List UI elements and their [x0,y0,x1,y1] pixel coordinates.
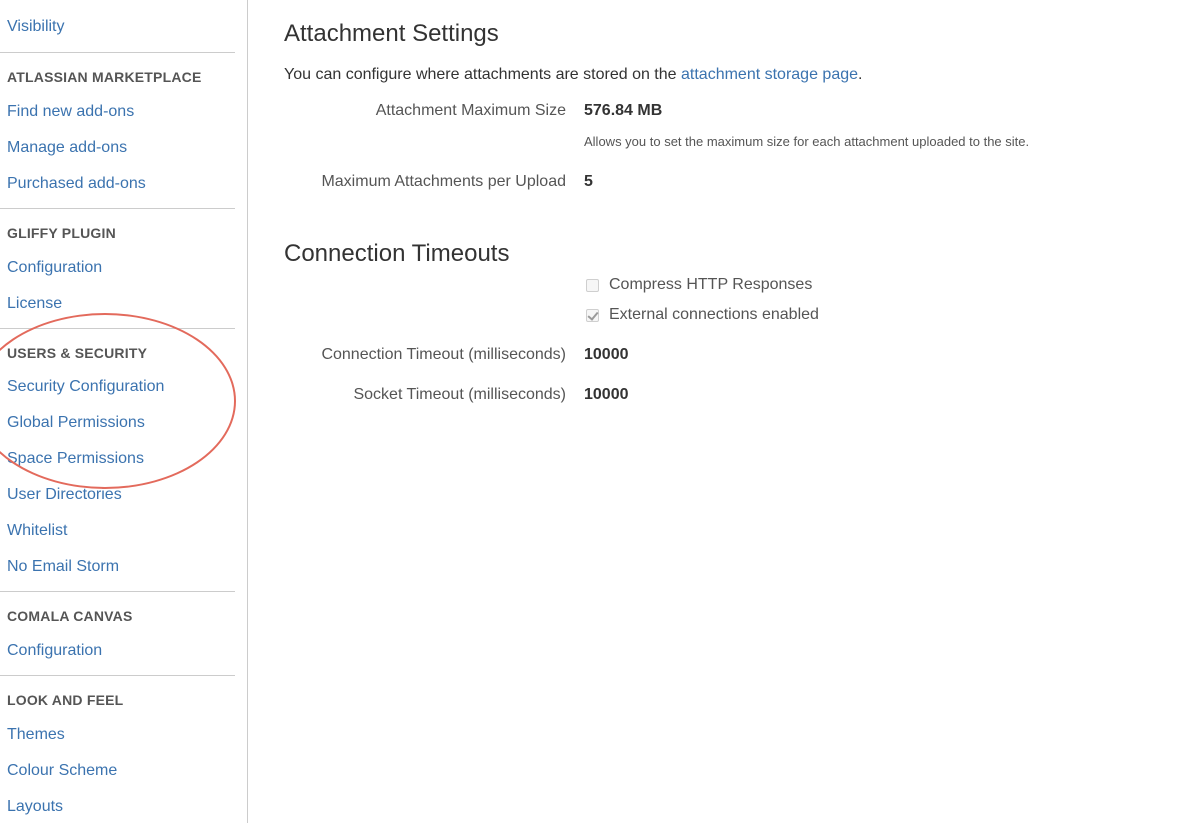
attachment-intro-end: . [858,66,863,83]
sidebar-item-no-email-storm[interactable]: No Email Storm [7,558,119,576]
admin-sidebar: Visibility ATLASSIAN MARKETPLACE Find ne… [0,0,248,823]
connection-timeout-label: Connection Timeout (milliseconds) [321,346,566,363]
sidebar-item-manage-add-ons[interactable]: Manage add-ons [7,139,127,157]
sidebar-item-colour-scheme[interactable]: Colour Scheme [7,762,117,780]
connection-timeout-value: 10000 [584,346,629,363]
sidebar-item-purchased-add-ons[interactable]: Purchased add-ons [7,175,146,193]
sidebar-item-global-permissions[interactable]: Global Permissions [7,414,145,432]
main-content: Attachment Settings You can configure wh… [284,0,1184,823]
connection-timeouts-heading: Connection Timeouts [284,240,510,267]
sidebar-section-title: ATLASSIAN MARKETPLACE [7,69,202,85]
max-attachments-per-upload-label: Maximum Attachments per Upload [321,173,566,190]
attachment-intro-text: You can configure where attachments are … [284,66,681,83]
compress-http-row: Compress HTTP Responses [586,275,812,295]
sidebar-section-look-and-feel: LOOK AND FEEL Themes Colour Scheme Layou… [0,675,235,823]
attachment-max-size-description: Allows you to set the maximum size for e… [584,134,1030,149]
sidebar-item-user-directories[interactable]: User Directories [7,486,122,504]
sidebar-item-space-permissions[interactable]: Space Permissions [7,450,144,468]
sidebar-item-comala-configuration[interactable]: Configuration [7,642,102,660]
sidebar-item-themes[interactable]: Themes [7,726,65,744]
sidebar-item-find-new-add-ons[interactable]: Find new add-ons [7,103,134,121]
sidebar-section-title: USERS & SECURITY [7,345,148,361]
compress-http-label: Compress HTTP Responses [609,276,813,293]
external-connections-row: External connections enabled [586,305,819,325]
sidebar-item-visibility[interactable]: Visibility [7,18,65,36]
sidebar-item-gliffy-configuration[interactable]: Configuration [7,259,102,277]
sidebar-item-whitelist[interactable]: Whitelist [7,522,67,540]
compress-http-checkbox[interactable] [586,278,599,292]
sidebar-section-users-security: USERS & SECURITY Security Configuration … [0,328,235,591]
attachment-intro: You can configure where attachments are … [284,66,862,84]
sidebar-item-security-configuration[interactable]: Security Configuration [7,378,164,396]
sidebar-item-layouts[interactable]: Layouts [7,798,63,816]
sidebar-section-title: LOOK AND FEEL [7,692,124,708]
sidebar-section-gliffy-plugin: GLIFFY PLUGIN Configuration License [0,208,235,328]
socket-timeout-value: 10000 [584,386,629,403]
max-attachments-per-upload-value: 5 [584,173,593,190]
attachment-max-size-value: 576.84 MB [584,102,663,119]
attachment-max-size-label: Attachment Maximum Size [375,102,566,119]
sidebar-section-atlassian-marketplace: ATLASSIAN MARKETPLACE Find new add-ons M… [0,52,235,208]
external-connections-checkbox[interactable] [586,308,599,322]
sidebar-item-gliffy-license[interactable]: License [7,295,62,313]
sidebar-section-comala-canvas: COMALA CANVAS Configuration [0,591,235,675]
sidebar-section-title: COMALA CANVAS [7,608,133,624]
sidebar-section-title: GLIFFY PLUGIN [7,225,116,241]
external-connections-label: External connections enabled [609,306,819,323]
attachment-storage-link[interactable]: attachment storage page [681,66,858,83]
socket-timeout-label: Socket Timeout (milliseconds) [353,386,566,403]
attachment-settings-heading: Attachment Settings [284,20,499,47]
